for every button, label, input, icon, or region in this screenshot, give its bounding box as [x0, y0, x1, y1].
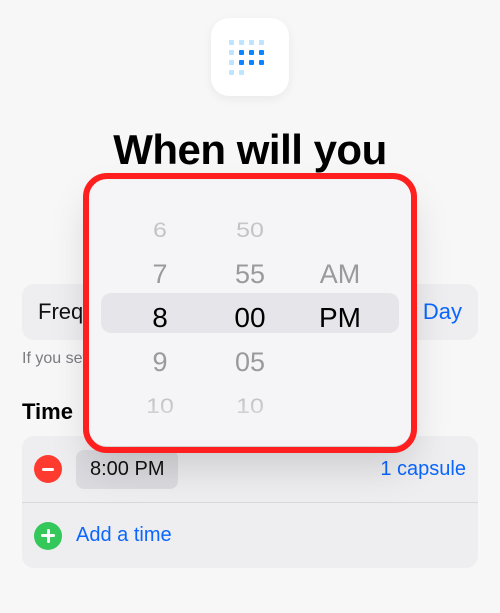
hour-selected[interactable]: 8	[115, 296, 205, 340]
add-time-row[interactable]: Add a time	[22, 502, 478, 568]
minute-option[interactable]: 45	[205, 190, 295, 198]
minute-wheel[interactable]: 45 50 55 00 05 10 15	[205, 190, 295, 446]
calendar-icon-tile	[211, 18, 289, 96]
minute-option[interactable]: 55	[205, 252, 295, 296]
remove-time-button[interactable]	[34, 455, 62, 483]
hour-option[interactable]: 6	[115, 211, 205, 248]
hour-option[interactable]: 11	[115, 438, 205, 446]
time-pill[interactable]: 8:00 PM	[76, 450, 178, 489]
time-list: 8:00 PM 1 capsule Add a time	[22, 436, 478, 568]
bottom-fade	[0, 573, 500, 613]
add-time-label: Add a time	[76, 524, 172, 547]
time-section-label: Time	[22, 399, 73, 425]
minute-selected[interactable]: 00	[205, 296, 295, 340]
period-wheel[interactable]: AM PM	[295, 190, 385, 446]
add-time-button[interactable]	[34, 522, 62, 550]
page-title: When will you	[113, 126, 387, 174]
dose-detail[interactable]: 1 capsule	[380, 458, 466, 481]
period-selected[interactable]: PM	[295, 296, 385, 340]
minute-option[interactable]: 15	[205, 438, 295, 446]
minute-option[interactable]: 05	[205, 340, 295, 384]
time-picker[interactable]: 5 6 7 8 9 10 11 45 50 55 00 05 10 15	[89, 180, 411, 446]
minute-option[interactable]: 50	[205, 211, 295, 248]
minus-icon	[42, 468, 54, 471]
hour-option[interactable]: 10	[115, 387, 205, 424]
hour-option[interactable]: 7	[115, 252, 205, 296]
minute-option[interactable]: 10	[205, 387, 295, 424]
time-value: 8:00 PM	[90, 458, 164, 480]
hour-option[interactable]: 9	[115, 340, 205, 384]
hour-option[interactable]: 5	[115, 190, 205, 198]
calendar-icon	[227, 34, 273, 80]
period-option[interactable]: AM	[295, 252, 385, 296]
hour-wheel[interactable]: 5 6 7 8 9 10 11	[115, 190, 205, 446]
